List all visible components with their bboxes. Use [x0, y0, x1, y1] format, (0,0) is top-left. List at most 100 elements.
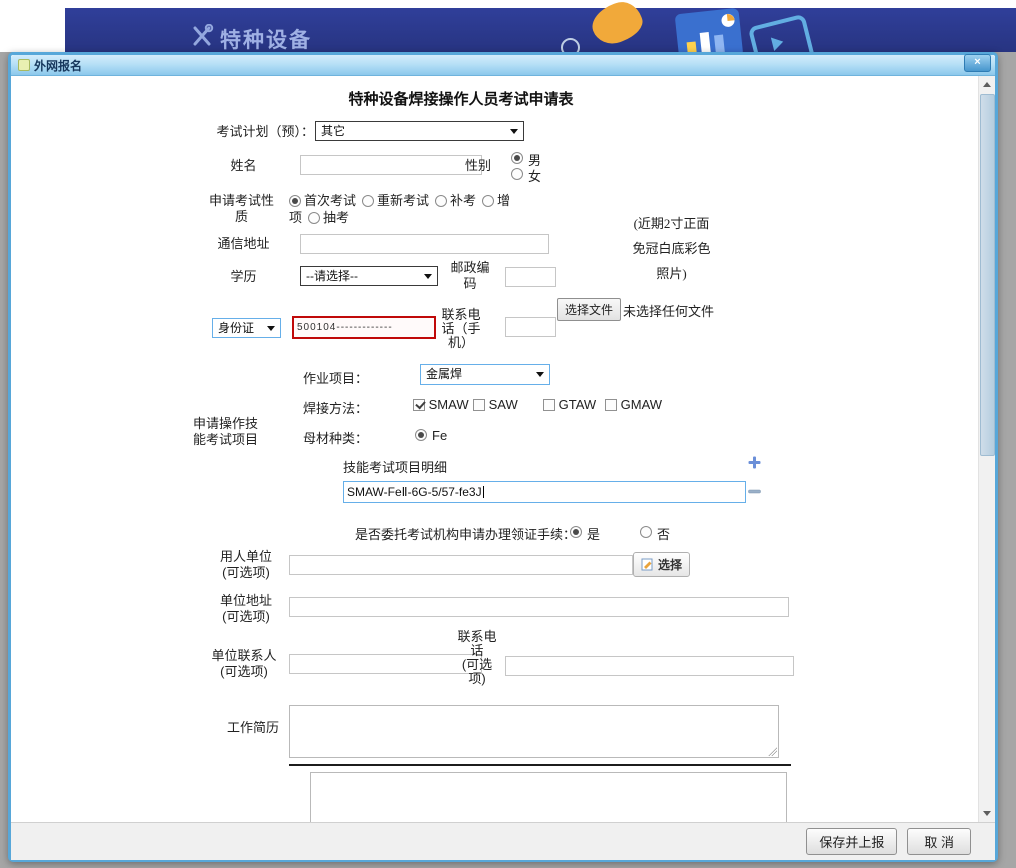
employer-label: 用人单位 (可选项) [196, 549, 296, 581]
extra-notes-textarea[interactable] [310, 772, 787, 822]
checkbox-icon[interactable] [605, 399, 617, 411]
delegate-no-text: 否 [657, 524, 670, 543]
base-material-fe-radio[interactable] [415, 429, 427, 441]
gender-male-radio[interactable] [511, 152, 523, 164]
photo-note: (近期2寸正面 免冠白底彩色 照片) [594, 211, 749, 286]
scroll-down-button[interactable] [979, 805, 995, 822]
exam-nature-options: 首次考试重新考试补考增项抽考 [289, 192, 517, 226]
radio-icon[interactable] [289, 195, 301, 207]
radio-icon[interactable] [435, 195, 447, 207]
dropdown-arrow-icon [536, 372, 544, 377]
form-content: 特种设备焊接操作人员考试申请表 考试计划（预）： 其它 姓名 性别 男 女 申请… [11, 76, 995, 822]
option-text: SMAW [429, 397, 469, 412]
phone-input[interactable] [505, 317, 556, 337]
pie-decoration [721, 13, 735, 27]
skill-detail-input[interactable]: SMAW-FeⅡ-6G-5/57-fe3J [343, 481, 746, 503]
company-phone-input[interactable] [505, 656, 794, 676]
delegate-yes-radio[interactable] [570, 526, 582, 538]
job-project-select[interactable]: 金属焊 [420, 364, 550, 385]
exam-nature-option[interactable]: 重新考试 [362, 193, 429, 208]
welding-method-label: 焊接方法： [303, 398, 368, 417]
skill-detail-label: 技能考试项目明细 [343, 457, 447, 476]
form-title: 特种设备焊接操作人员考试申请表 [11, 88, 911, 109]
site-banner: 特种设备 [65, 8, 1016, 52]
banner-title: 特种设备 [220, 24, 312, 54]
dropdown-arrow-icon [267, 326, 275, 331]
option-text: 抽考 [323, 210, 349, 225]
welding-option-smaw[interactable]: SMAW [413, 397, 469, 412]
exam-plan-value: 其它 [321, 124, 345, 138]
exam-nature-option[interactable]: 补考 [435, 193, 476, 208]
dialog-title: 外网报名 [34, 57, 82, 74]
checkbox-icon[interactable] [543, 399, 555, 411]
scroll-up-button[interactable] [979, 76, 995, 93]
job-project-label: 作业项目： [303, 368, 368, 387]
delegate-no-radio[interactable] [640, 526, 652, 538]
resume-textarea[interactable] [289, 705, 779, 758]
add-row-icon[interactable] [748, 456, 761, 469]
skill-section-label: 申请操作技 能考试项目 [173, 416, 278, 448]
base-material-fe-text: Fe [432, 428, 447, 443]
company-phone-label: 联系电 话 (可选 项) [449, 630, 505, 686]
employer-input[interactable] [289, 555, 633, 575]
choose-button-text: 选择 [658, 556, 682, 573]
arrow-up-icon [983, 82, 991, 87]
choose-file-button[interactable]: 选择文件 [557, 298, 621, 321]
id-type-value: 身份证 [218, 321, 254, 335]
scrollbar-thumb[interactable] [980, 94, 995, 456]
name-label: 姓名 [186, 158, 301, 174]
education-select[interactable]: --请选择-- [300, 266, 438, 286]
dropdown-arrow-icon [510, 129, 518, 134]
checkbox-icon[interactable] [473, 399, 485, 411]
dialog-footer: 保存并上报 取 消 [11, 822, 995, 860]
option-text: SAW [489, 397, 518, 412]
arrow-down-icon [983, 811, 991, 816]
exam-plan-label: 考试计划（预）： [161, 124, 314, 140]
resize-handle[interactable] [768, 747, 777, 756]
gender-label: 性别 [448, 158, 508, 174]
welding-option-saw[interactable]: SAW [473, 397, 518, 412]
close-button[interactable]: × [964, 54, 991, 72]
radio-icon[interactable] [362, 195, 374, 207]
exam-plan-select[interactable]: 其它 [315, 121, 524, 141]
vertical-scrollbar[interactable] [978, 76, 995, 822]
edit-icon [641, 558, 654, 571]
dialog-icon [18, 59, 30, 71]
welding-option-gtaw[interactable]: GTAW [543, 397, 596, 412]
orange-blob-decoration [587, 0, 647, 49]
option-text: 首次考试 [304, 193, 356, 208]
option-text: 补考 [450, 193, 476, 208]
employer-choose-button[interactable]: 选择 [633, 552, 690, 577]
radio-icon[interactable] [308, 212, 320, 224]
option-text: GTAW [559, 397, 597, 412]
dropdown-arrow-icon [424, 274, 432, 279]
exam-nature-option[interactable]: 首次考试 [289, 193, 356, 208]
gender-female-text: 女 [528, 166, 541, 185]
remove-row-icon[interactable] [748, 485, 761, 498]
resume-label: 工作简历 [209, 720, 297, 736]
address-label: 通信地址 [186, 236, 301, 252]
file-status-text: 未选择任何文件 [623, 301, 714, 320]
radio-icon[interactable] [482, 195, 494, 207]
id-type-select[interactable]: 身份证 [212, 318, 281, 338]
postcode-input[interactable] [505, 267, 556, 287]
welding-option-gmaw[interactable]: GMAW [605, 397, 662, 412]
exam-nature-option[interactable]: 抽考 [308, 210, 349, 225]
dialog-header[interactable]: 外网报名 × [11, 55, 995, 76]
postcode-label: 邮政编 码 [441, 260, 499, 292]
company-address-input[interactable] [289, 597, 789, 617]
cancel-button[interactable]: 取 消 [907, 828, 971, 855]
section-divider [289, 764, 791, 766]
tools-icon [191, 24, 215, 48]
id-number-input[interactable]: 500104------------- [292, 316, 436, 339]
registration-dialog: 外网报名 × 特种设备焊接操作人员考试申请表 考试计划（预）： 其它 姓名 性别… [8, 52, 998, 862]
option-text: 重新考试 [377, 193, 429, 208]
gender-female-radio[interactable] [511, 168, 523, 180]
bar-decoration [714, 35, 725, 54]
page: 特种设备 外网报名 × 特种设备焊接操作人员考试申请表 考试计划（预）： 其它 [0, 0, 1016, 868]
education-value: --请选择-- [306, 269, 358, 283]
address-input[interactable] [300, 234, 549, 254]
checkbox-icon[interactable] [413, 399, 425, 411]
save-submit-button[interactable]: 保存并上报 [806, 828, 897, 855]
phone-label: 联系电 话（手 机） [431, 308, 491, 350]
